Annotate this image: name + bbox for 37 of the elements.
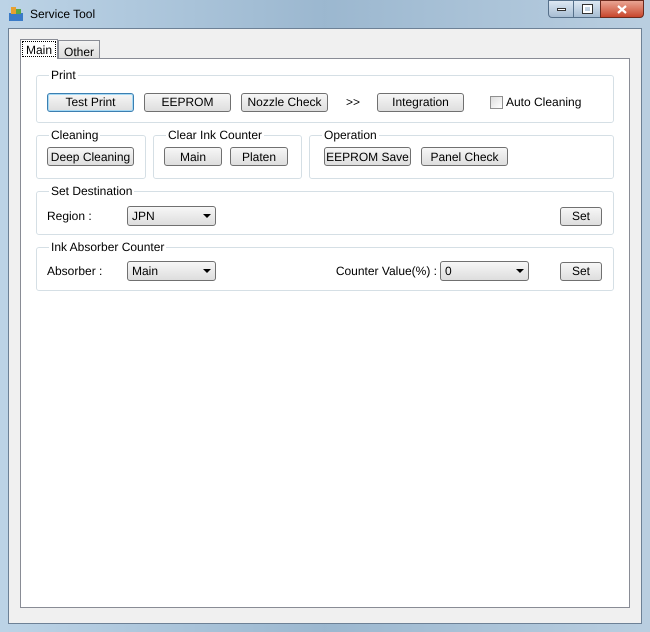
minimize-button[interactable]	[548, 0, 574, 18]
tab[interactable]: Main	[20, 39, 58, 59]
dropdown-arrow-icon	[203, 214, 211, 218]
push-button[interactable]: Main	[164, 147, 222, 166]
close-icon	[617, 4, 627, 14]
field-label: Region :	[47, 208, 93, 225]
push-button[interactable]: Nozzle Check	[241, 92, 328, 112]
push-button[interactable]: Panel Check	[421, 147, 508, 166]
dropdown-arrow-icon	[516, 269, 524, 273]
dropdown[interactable]: Main	[127, 261, 216, 281]
push-button[interactable]: Set	[560, 262, 602, 280]
window-title: Service Tool	[30, 6, 96, 23]
push-button[interactable]: Test Print	[47, 92, 134, 112]
group-title: Ink Absorber Counter	[50, 239, 166, 256]
checkbox-label: Auto Cleaning	[506, 94, 582, 111]
group-title: Set Destination	[50, 183, 134, 200]
app-icon	[8, 6, 24, 22]
push-button[interactable]: Integration	[377, 92, 464, 112]
push-button[interactable]: Platen	[230, 147, 288, 166]
push-button[interactable]: EEPROM Save	[324, 147, 411, 166]
tab[interactable]: Other	[58, 40, 100, 58]
dropdown[interactable]: JPN	[127, 206, 216, 226]
field-label: Counter Value(%) :	[336, 263, 437, 280]
push-button[interactable]: EEPROM	[144, 92, 231, 112]
maximize-button[interactable]	[574, 0, 600, 18]
dropdown-arrow-icon	[203, 269, 211, 273]
checkbox[interactable]	[490, 96, 503, 108]
group-title: Clear Ink Counter	[167, 127, 264, 144]
group-title: Operation	[323, 127, 378, 144]
push-button[interactable]: Deep Cleaning	[47, 147, 134, 166]
group-title: Cleaning	[50, 127, 100, 144]
field-label: Absorber :	[47, 263, 104, 280]
group-title: Print	[50, 67, 77, 84]
push-button[interactable]: Set	[560, 206, 602, 226]
close-button[interactable]	[600, 0, 644, 18]
arrow-label: >>	[346, 94, 362, 111]
dropdown[interactable]: 0	[440, 261, 529, 281]
